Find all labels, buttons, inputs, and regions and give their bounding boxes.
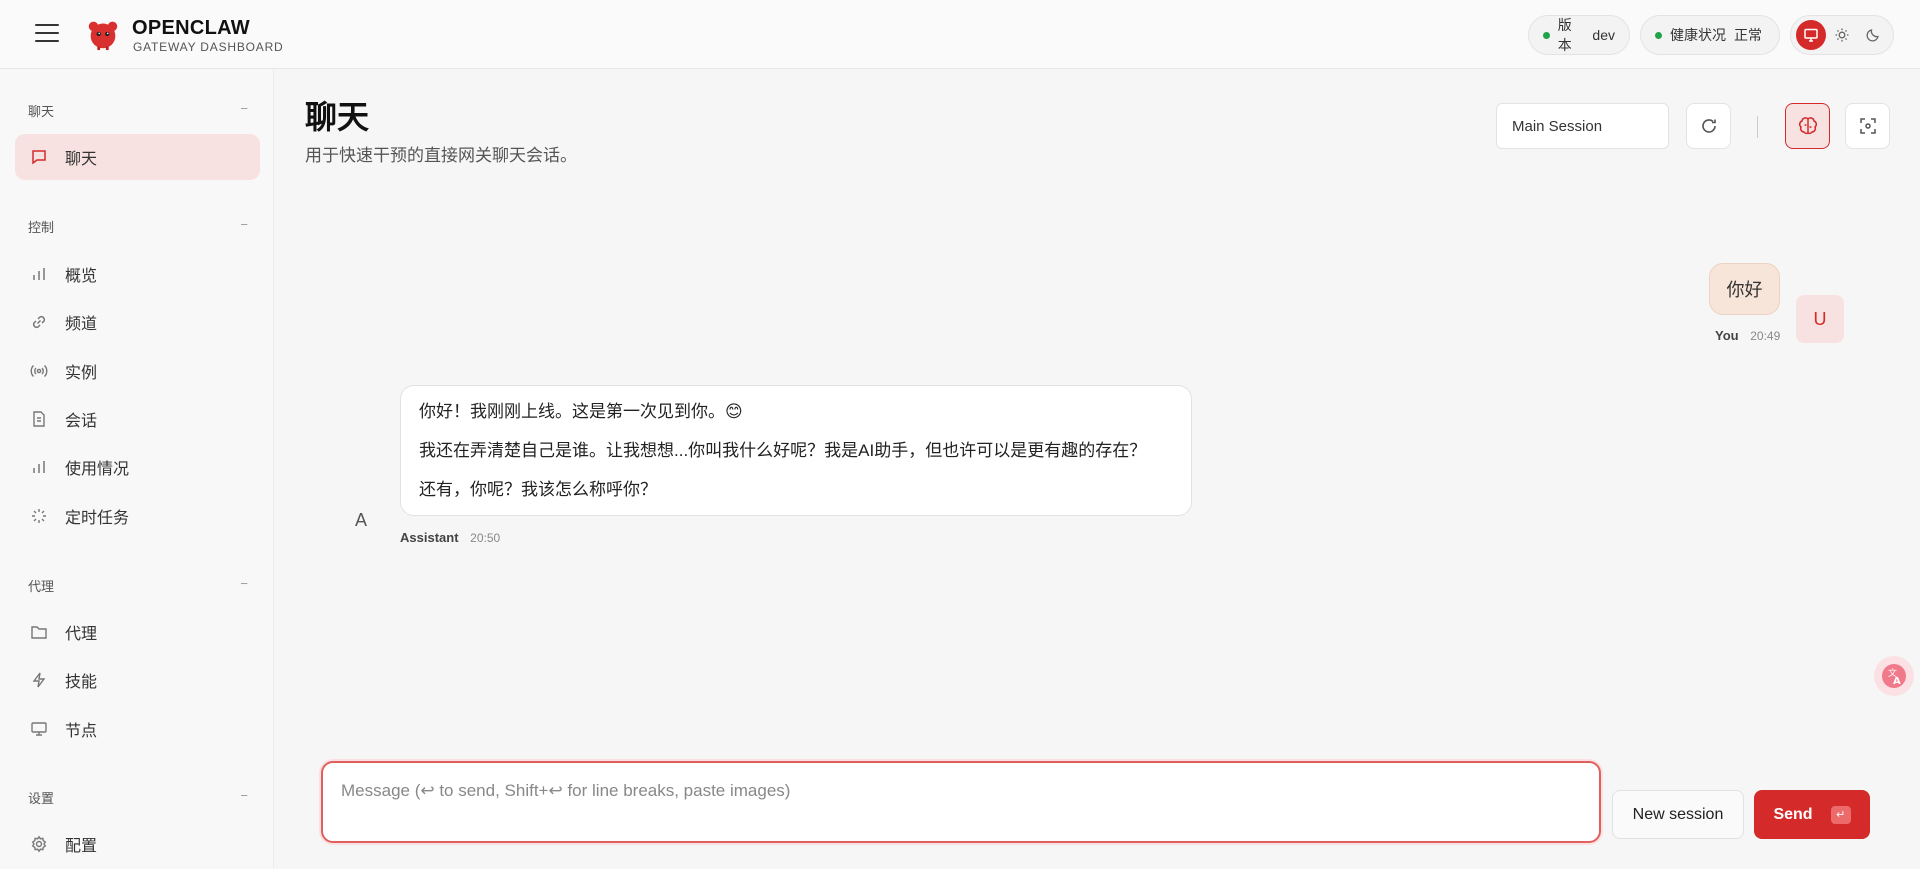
- chat-icon: [32, 150, 46, 165]
- message-author: You: [1715, 328, 1739, 343]
- sidebar-item-label: 实例: [65, 365, 98, 382]
- menu-icon[interactable]: [35, 24, 59, 44]
- version-label: 版本: [1557, 17, 1572, 53]
- section-title: 聊天: [28, 104, 55, 119]
- folder-icon: [31, 626, 47, 639]
- link-icon: [32, 315, 46, 329]
- version-value: dev: [1592, 27, 1615, 43]
- sidebar-item-usage[interactable]: 使用情况: [15, 444, 260, 490]
- sun-icon: [1835, 28, 1849, 42]
- sidebar-item-config[interactable]: 配置: [15, 821, 260, 867]
- sidebar-item-label: 会话: [65, 413, 98, 430]
- user-message-meta: You 20:49: [1715, 328, 1780, 343]
- sidebar-item-overview[interactable]: 概览: [15, 251, 260, 297]
- theme-light-button[interactable]: [1827, 20, 1857, 50]
- document-icon: [33, 411, 45, 427]
- sidebar-item-chat[interactable]: 聊天: [15, 134, 260, 180]
- sidebar-item-label: 频道: [65, 316, 98, 333]
- version-badge: 版本 dev: [1528, 15, 1630, 55]
- refresh-button[interactable]: [1686, 103, 1731, 149]
- user-avatar: U: [1796, 295, 1844, 343]
- focus-icon: [1859, 118, 1876, 134]
- brand-subtitle: GATEWAY DASHBOARD: [133, 40, 284, 54]
- theme-system-button[interactable]: [1795, 20, 1826, 50]
- message-paragraph: 我还在弄清楚自己是谁。让我想想...你叫我什么好呢？我是AI助手，但也许可以是更…: [419, 441, 1147, 460]
- sidebar: 聊天 − 聊天 控制 − 概览 频道 实例 会话 使用情况 定时任务 代理 −: [0, 69, 274, 869]
- moon-icon: [1866, 29, 1880, 42]
- top-bar: OPENCLAW GATEWAY DASHBOARD 版本 dev 健康状况 正…: [0, 0, 1920, 69]
- send-button[interactable]: Send ↵: [1754, 790, 1870, 839]
- sidebar-item-skills[interactable]: 技能: [15, 657, 260, 703]
- gear-icon: [31, 835, 47, 853]
- refresh-icon: [1701, 119, 1716, 133]
- collapse-icon[interactable]: −: [240, 576, 248, 591]
- sidebar-item-label: 节点: [65, 723, 98, 740]
- assistant-message-bubble: 你好！我刚刚上线。这是第一次见到你。😊 我还在弄清楚自己是谁。让我想想...你叫…: [400, 385, 1192, 516]
- user-message-bubble: 你好: [1709, 263, 1780, 315]
- message-paragraph: 还有，你呢？我该怎么称呼你？: [419, 480, 657, 499]
- message-time: 20:50: [470, 531, 501, 545]
- collapse-icon[interactable]: −: [240, 217, 248, 232]
- monitor-icon: [1803, 28, 1818, 42]
- page-title: 聊天: [305, 99, 370, 135]
- page-subtitle: 用于快速干预的直接网关聊天会话。: [305, 146, 577, 165]
- section-title: 设置: [28, 791, 55, 806]
- message-composer: [321, 761, 1601, 843]
- sidebar-item-nodes[interactable]: 节点: [15, 706, 260, 752]
- sidebar-item-label: 技能: [65, 674, 98, 691]
- bar-chart-icon: [33, 461, 45, 473]
- loader-icon: [32, 509, 46, 523]
- message-paragraph: 你好！我刚刚上线。这是第一次见到你。😊: [419, 402, 743, 421]
- sidebar-item-instances[interactable]: 实例: [15, 348, 260, 394]
- sidebar-item-label: 配置: [65, 838, 98, 855]
- new-session-button[interactable]: New session: [1612, 790, 1744, 839]
- sidebar-item-cron-jobs[interactable]: 定时任务: [15, 493, 260, 539]
- sidebar-item-label: 概览: [65, 268, 98, 285]
- enter-key-icon: ↵: [1830, 805, 1851, 824]
- sidebar-item-label: 代理: [65, 626, 98, 643]
- health-label: 健康状况: [1670, 27, 1726, 43]
- theme-switcher: [1790, 15, 1894, 55]
- section-title: 控制: [28, 220, 55, 235]
- message-input[interactable]: [323, 763, 1599, 841]
- sidebar-item-agents[interactable]: 代理: [15, 609, 260, 655]
- translate-icon: 文A: [1882, 664, 1906, 688]
- theme-dark-button[interactable]: [1858, 20, 1888, 50]
- brand-title: OPENCLAW: [132, 17, 250, 39]
- brain-icon: [1798, 117, 1817, 135]
- health-badge: 健康状况 正常: [1640, 15, 1780, 55]
- thinking-toggle-button[interactable]: [1785, 103, 1830, 149]
- focus-mode-button[interactable]: [1845, 103, 1890, 149]
- session-select[interactable]: Main Session: [1496, 103, 1669, 149]
- sidebar-section-settings[interactable]: 设置 −: [28, 788, 248, 807]
- status-dot-icon: [1543, 31, 1550, 39]
- sidebar-item-sessions[interactable]: 会话: [15, 396, 260, 442]
- monitor-icon: [31, 722, 47, 736]
- translate-widget-button[interactable]: 文A: [1874, 656, 1914, 696]
- sidebar-item-label: 使用情况: [65, 461, 130, 478]
- lightning-icon: [32, 672, 46, 688]
- send-label: Send: [1773, 805, 1813, 823]
- collapse-icon[interactable]: −: [240, 101, 248, 116]
- health-value: 正常: [1734, 27, 1762, 43]
- section-title: 代理: [28, 579, 55, 594]
- openclaw-logo: [88, 21, 118, 51]
- message-author: Assistant: [400, 530, 459, 545]
- sidebar-item-label: 聊天: [65, 151, 98, 168]
- sidebar-section-control[interactable]: 控制 −: [28, 217, 248, 236]
- assistant-avatar: A: [354, 509, 367, 530]
- collapse-icon[interactable]: −: [240, 788, 248, 803]
- sidebar-section-agents[interactable]: 代理 −: [28, 576, 248, 595]
- svg-text:A: A: [1893, 676, 1901, 687]
- assistant-message-meta: Assistant 20:50: [400, 530, 500, 545]
- sidebar-item-label: 定时任务: [65, 510, 130, 527]
- toolbar-divider: [1757, 116, 1758, 138]
- broadcast-icon: [30, 365, 48, 377]
- bar-chart-icon: [33, 268, 45, 280]
- sidebar-section-chat[interactable]: 聊天 −: [28, 101, 248, 120]
- status-dot-icon: [1655, 31, 1662, 39]
- sidebar-item-channels[interactable]: 频道: [15, 299, 260, 345]
- message-time: 20:49: [1750, 329, 1781, 343]
